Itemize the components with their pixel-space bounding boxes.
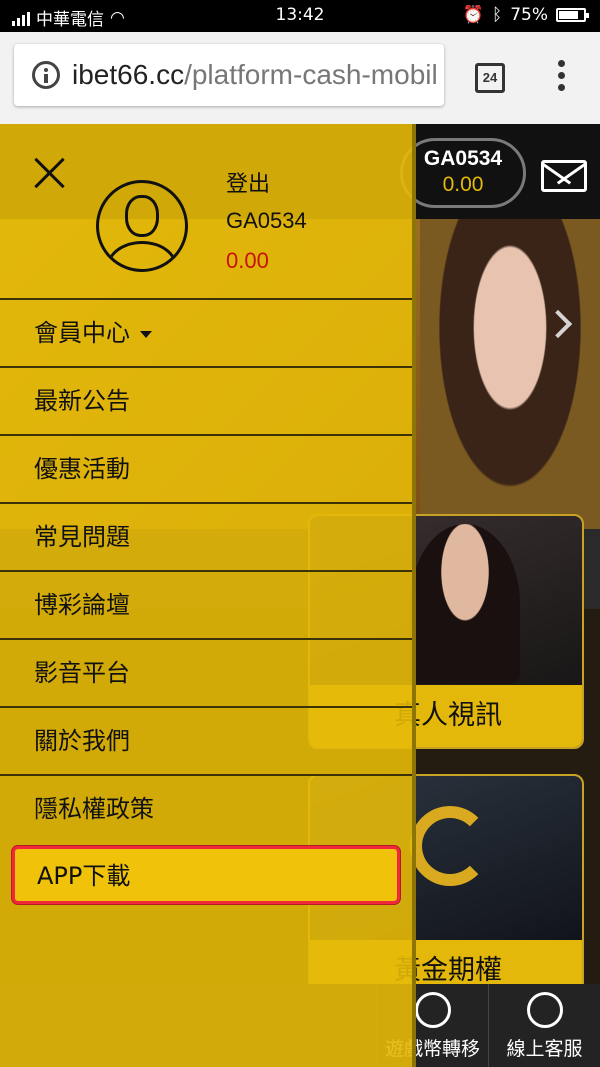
caret-down-icon [140,330,152,338]
username: GA0534 [226,208,307,233]
side-drawer: 登出 GA0534 0.00 會員中心 最新公告 優惠活動 常見問題 博彩論壇 … [0,124,416,1067]
url-path: /platform-cash-mobil [184,59,438,90]
menu-item-label: 會員中心 [34,319,130,347]
menu-item-app-download[interactable]: APP下載 [12,846,400,904]
account-pill[interactable]: GA0534 0.00 [400,138,526,208]
support-icon [527,992,563,1028]
menu-item-media[interactable]: 影音平台 [0,638,412,706]
menu-item-faq[interactable]: 常見問題 [0,502,412,570]
menu-item-label: 隱私權政策 [34,795,154,823]
url-domain: ibet66.cc [72,59,185,90]
bottom-nav-label: 線上客服 [506,1038,583,1060]
menu-item-label: 影音平台 [34,659,130,687]
overflow-menu-icon[interactable] [556,60,566,96]
bluetooth-icon: ᛒ [492,5,503,25]
avatar [96,180,188,272]
card-logo-icon [410,806,490,886]
browser-toolbar: ibet66.cc/platform-cash-mobil 24 [0,32,600,124]
menu-item-label: 常見問題 [34,523,130,551]
address-bar[interactable]: ibet66.cc/platform-cash-mobil [14,44,444,106]
menu-item-label: 最新公告 [34,387,130,415]
banner-image [420,219,600,529]
menu-item-about[interactable]: 關於我們 [0,706,412,774]
account-balance: 0.00 [442,173,484,196]
bottom-nav-support[interactable]: 線上客服 [488,984,600,1067]
close-icon[interactable] [33,156,67,190]
logout-link[interactable]: 登出 [226,166,270,198]
avatar-head [125,195,159,237]
mail-icon[interactable] [541,160,587,192]
battery-icon [556,8,589,22]
transfer-icon [415,992,451,1028]
avatar-body [107,241,177,269]
menu-item-label: APP下載 [37,862,131,890]
menu-item-privacy[interactable]: 隱私權政策 [0,774,412,842]
account-id: GA0534 [423,147,503,170]
drawer-menu: 會員中心 最新公告 優惠活動 常見問題 博彩論壇 影音平台 關於我們 隱私權政策… [0,298,412,904]
menu-item-label: 博彩論壇 [34,591,130,619]
battery-percent: 75% [510,5,548,25]
menu-item-label: 關於我們 [34,727,130,755]
info-icon[interactable] [32,61,60,89]
menu-item-forum[interactable]: 博彩論壇 [0,570,412,638]
menu-item-label: 優惠活動 [34,455,130,483]
tab-switcher-icon[interactable]: 24 [475,63,505,93]
menu-item-promotions[interactable]: 優惠活動 [0,434,412,502]
balance: 0.00 [226,248,269,273]
url-text[interactable]: ibet66.cc/platform-cash-mobil [72,59,438,91]
menu-item-member-center[interactable]: 會員中心 [0,298,412,366]
status-bar: 中華電信 ◠ 13:42 ⏰ ᛒ 75% [0,0,600,32]
alarm-icon: ⏰ [462,5,484,25]
card-image [410,524,520,684]
menu-item-announcements[interactable]: 最新公告 [0,366,412,434]
